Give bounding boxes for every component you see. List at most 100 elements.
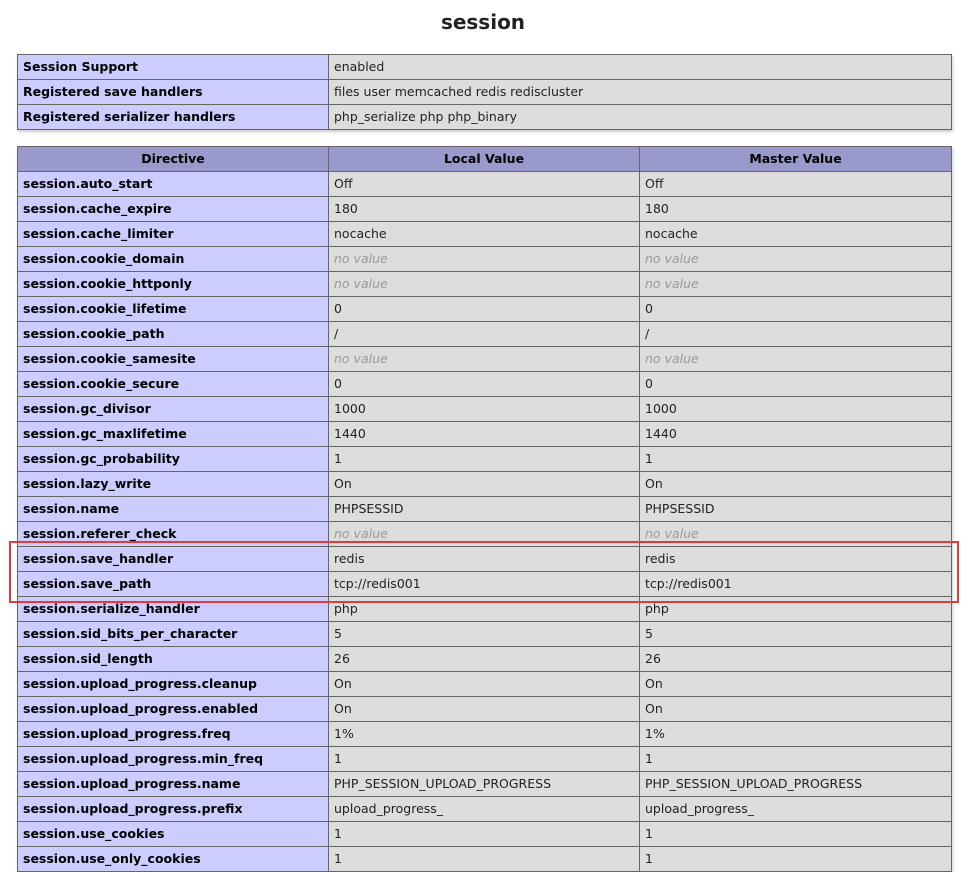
directive-rows: session.auto_start Off Off session.cache_ex… <box>17 171 952 872</box>
support-value: php_serialize php php_binary <box>328 104 952 130</box>
master-value: Off <box>639 171 952 197</box>
table-row: session.referer_check no value no value <box>17 521 952 547</box>
master-value: On <box>639 471 952 497</box>
header-directive: Directive <box>17 146 329 172</box>
directive-name: session.upload_progress.enabled <box>17 696 329 722</box>
master-value: no value <box>639 521 952 547</box>
master-value: PHP_SESSION_UPLOAD_PROGRESS <box>639 771 952 797</box>
master-value: 0 <box>639 371 952 397</box>
directive-name: session.referer_check <box>17 521 329 547</box>
local-value: PHPSESSID <box>328 496 640 522</box>
directive-name: session.cookie_secure <box>17 371 329 397</box>
table-row: session.save_path tcp://redis001 tcp://red… <box>17 571 952 597</box>
page-title: session <box>440 10 526 34</box>
directive-name: session.cookie_samesite <box>17 346 329 372</box>
table-row: session.upload_progress.cleanup On On <box>17 671 952 697</box>
master-value: On <box>639 696 952 722</box>
local-value: 1 <box>328 446 640 472</box>
master-value: 1% <box>639 721 952 747</box>
local-value: 1 <box>328 746 640 772</box>
directive-name: session.upload_progress.prefix <box>17 796 329 822</box>
support-label: Session Support <box>17 54 329 80</box>
master-value: redis <box>639 546 952 572</box>
table-row: session.cache_expire 180 180 <box>17 196 952 222</box>
directive-name: session.upload_progress.min_freq <box>17 746 329 772</box>
table-row: session.cache_limiter nocache nocache <box>17 221 952 247</box>
local-value: 0 <box>328 371 640 397</box>
table-row: session.cookie_httponly no value no value <box>17 271 952 297</box>
table-row: session.upload_progress.name PHP_SESSION_… <box>17 771 952 797</box>
table-row: session.cookie_path / / <box>17 321 952 347</box>
master-value: 26 <box>639 646 952 672</box>
directive-name: session.auto_start <box>17 171 329 197</box>
local-value: no value <box>328 346 640 372</box>
no-value-text: no value <box>334 251 388 266</box>
local-value: 5 <box>328 621 640 647</box>
local-value: nocache <box>328 221 640 247</box>
table-row: session.cookie_domain no value no value <box>17 246 952 272</box>
no-value-text: no value <box>645 351 699 366</box>
master-value: tcp://redis001 <box>639 571 952 597</box>
master-value: nocache <box>639 221 952 247</box>
directive-name: session.cache_expire <box>17 196 329 222</box>
local-value: Off <box>328 171 640 197</box>
table-row: session.upload_progress.min_freq 1 1 <box>17 746 952 772</box>
table-row: session.sid_bits_per_character 5 5 <box>17 621 952 647</box>
support-label: Registered serializer handlers <box>17 104 329 130</box>
table-row: session.auto_start Off Off <box>17 171 952 197</box>
master-value: no value <box>639 346 952 372</box>
table-row: session.use_cookies 1 1 <box>17 821 952 847</box>
master-value: no value <box>639 246 952 272</box>
support-value: files user memcached redis rediscluster <box>328 79 952 105</box>
table-row: session.serialize_handler php php <box>17 596 952 622</box>
no-value-text: no value <box>645 526 699 541</box>
directive-name: session.lazy_write <box>17 471 329 497</box>
table-row: session.gc_divisor 1000 1000 <box>17 396 952 422</box>
local-value: 180 <box>328 196 640 222</box>
table-row: session.upload_progress.freq 1% 1% <box>17 721 952 747</box>
master-value: php <box>639 596 952 622</box>
table-row: session.name PHPSESSID PHPSESSID <box>17 496 952 522</box>
directive-name: session.use_cookies <box>17 821 329 847</box>
directive-name: session.cache_limiter <box>17 221 329 247</box>
support-label: Registered save handlers <box>17 79 329 105</box>
directive-name: session.cookie_httponly <box>17 271 329 297</box>
support-value: enabled <box>328 54 952 80</box>
table-row: session.save_handler redis redis <box>17 546 952 572</box>
directive-name: session.save_path <box>17 571 329 597</box>
local-value: no value <box>328 271 640 297</box>
table-row: session.cookie_secure 0 0 <box>17 371 952 397</box>
header-master-value: Master Value <box>639 146 952 172</box>
master-value: 1 <box>639 846 952 872</box>
directive-name: session.sid_length <box>17 646 329 672</box>
table-row: session.lazy_write On On <box>17 471 952 497</box>
table-row: Session Support enabled <box>17 54 952 80</box>
directive-name: session.cookie_domain <box>17 246 329 272</box>
master-value: / <box>639 321 952 347</box>
directive-name: session.serialize_handler <box>17 596 329 622</box>
master-value: upload_progress_ <box>639 796 952 822</box>
table-row: Registered serializer handlers php_seria… <box>17 104 952 130</box>
master-value: 180 <box>639 196 952 222</box>
local-value: 1 <box>328 821 640 847</box>
session-support-table: Session Support enabled Registered save … <box>17 54 952 130</box>
table-row: Registered save handlers files user memc… <box>17 79 952 105</box>
local-value: 1 <box>328 846 640 872</box>
directive-name: session.upload_progress.cleanup <box>17 671 329 697</box>
local-value: 0 <box>328 296 640 322</box>
directive-name: session.sid_bits_per_character <box>17 621 329 647</box>
master-value: PHPSESSID <box>639 496 952 522</box>
master-value: 1 <box>639 446 952 472</box>
directive-name: session.cookie_path <box>17 321 329 347</box>
local-value: 1% <box>328 721 640 747</box>
table-row: session.sid_length 26 26 <box>17 646 952 672</box>
master-value: 1 <box>639 746 952 772</box>
local-value: no value <box>328 246 640 272</box>
no-value-text: no value <box>334 276 388 291</box>
master-value: 5 <box>639 621 952 647</box>
local-value: tcp://redis001 <box>328 571 640 597</box>
local-value: 26 <box>328 646 640 672</box>
local-value: no value <box>328 521 640 547</box>
master-value: 1000 <box>639 396 952 422</box>
table-header-row: Directive Local Value Master Value <box>17 146 952 172</box>
